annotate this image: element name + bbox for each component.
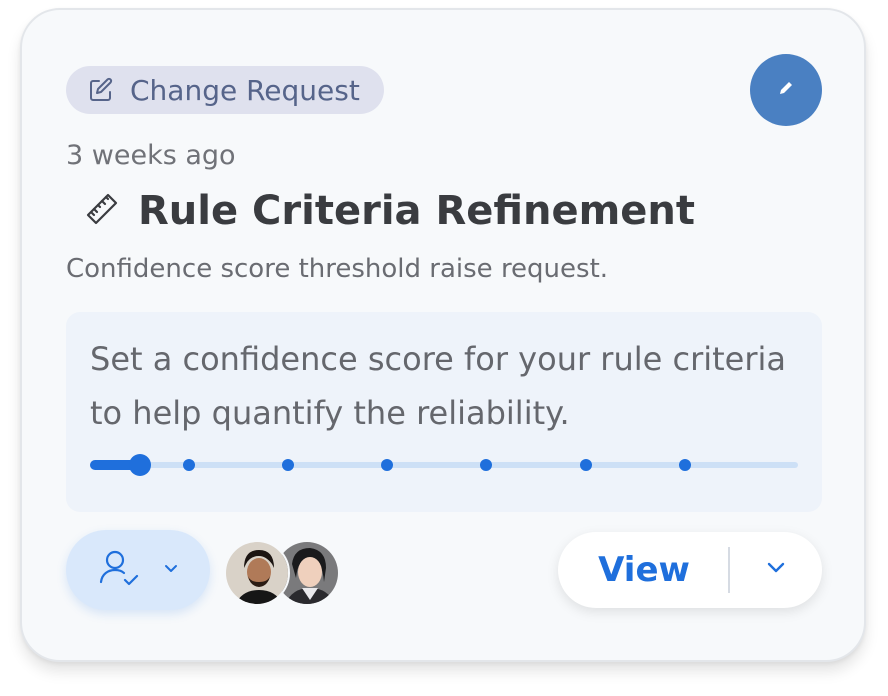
card-subtitle: Confidence score threshold raise request… xyxy=(66,254,609,284)
slider-step-dot[interactable] xyxy=(282,459,294,471)
avatar[interactable] xyxy=(224,540,290,606)
slider-step-dot[interactable] xyxy=(381,459,393,471)
slider-thumb[interactable] xyxy=(129,454,151,476)
chevron-down-icon xyxy=(765,561,787,580)
view-split-button: View xyxy=(558,532,822,608)
slider-step-dot[interactable] xyxy=(183,459,195,471)
view-dropdown-button[interactable] xyxy=(730,532,822,608)
timestamp: 3 weeks ago xyxy=(66,140,236,171)
change-request-badge: Change Request xyxy=(66,66,384,114)
chevron-down-icon xyxy=(163,561,179,579)
slider-track[interactable] xyxy=(90,462,798,468)
badge-label: Change Request xyxy=(130,73,360,107)
slider-step-dot[interactable] xyxy=(679,459,691,471)
view-button[interactable]: View xyxy=(558,550,728,590)
card-title: Rule Criteria Refinement xyxy=(138,188,696,234)
edit-square-icon xyxy=(88,77,114,103)
assignee-button[interactable] xyxy=(66,530,210,610)
slider-step-dot[interactable] xyxy=(580,459,592,471)
assignee-avatars xyxy=(224,540,344,608)
panel-description: Set a confidence score for your rule cri… xyxy=(90,340,787,432)
title-row: Rule Criteria Refinement xyxy=(84,188,695,234)
confidence-slider[interactable] xyxy=(90,450,800,480)
slider-step-dot[interactable] xyxy=(480,459,492,471)
confidence-panel: Set a confidence score for your rule cri… xyxy=(66,312,822,512)
user-check-icon xyxy=(97,546,141,595)
edit-button[interactable] xyxy=(750,54,822,126)
pencil-icon xyxy=(777,79,795,102)
ruler-icon xyxy=(84,191,120,232)
